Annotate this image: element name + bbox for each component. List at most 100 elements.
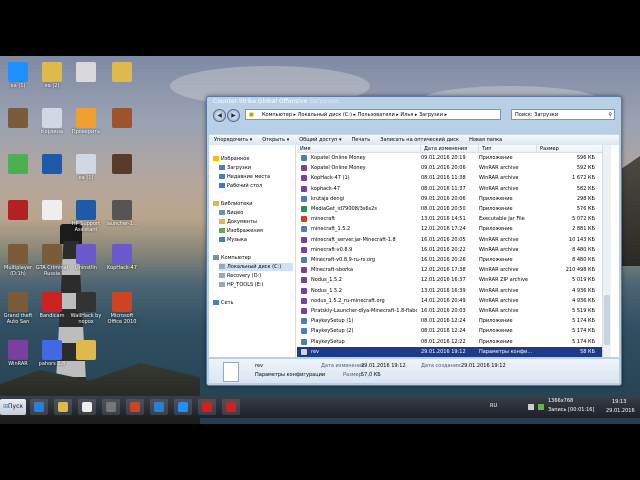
taskbar-app-button[interactable] bbox=[30, 399, 48, 415]
nav-item[interactable]: Документы bbox=[219, 218, 293, 226]
nav-item[interactable]: Библиотеки bbox=[213, 200, 293, 208]
desktop-icon[interactable]: Grand theft Auto San bbox=[0, 292, 36, 325]
window-title[interactable]: Counter-Strike Global Offensive Загрузки bbox=[207, 97, 621, 107]
desktop-icon[interactable] bbox=[68, 340, 104, 361]
back-button[interactable]: ◀ bbox=[213, 109, 226, 122]
table-row[interactable]: KopHack-47 (1) 08.01.2016 11:38 WinRAR arc… bbox=[297, 173, 607, 183]
toolbar-item[interactable]: Общий доступ ▾ bbox=[294, 135, 346, 145]
desktop-icon[interactable]: WallHack by nopox bbox=[68, 292, 104, 325]
table-row[interactable]: PlaykeySetup (1) 08.01.2016 12:24 Приложен… bbox=[297, 316, 607, 326]
desktop-icon[interactable]: Корзина bbox=[34, 108, 70, 135]
toolbar-item[interactable]: Открыть ▾ bbox=[257, 135, 294, 145]
column-header-size[interactable]: Размер bbox=[537, 145, 603, 153]
desktop-icon[interactable] bbox=[104, 108, 140, 129]
nav-item[interactable]: Изображения bbox=[219, 227, 293, 235]
desktop-icon[interactable]: ea (1) bbox=[68, 154, 104, 181]
toolbar-item[interactable]: Упорядочить ▾ bbox=[209, 135, 257, 145]
desktop-icon[interactable]: launcher-1... bbox=[104, 200, 140, 227]
desktop-icon[interactable]: Bandicam bbox=[34, 292, 70, 319]
nav-item[interactable]: Избранное bbox=[213, 155, 293, 163]
taskbar-app-button[interactable] bbox=[174, 399, 192, 415]
tray-icon[interactable] bbox=[528, 404, 534, 410]
table-row[interactable]: nodus_1.5.2_ru-minecraft.org 14.01.2016 2… bbox=[297, 296, 607, 306]
forward-button[interactable]: ▶ bbox=[227, 109, 240, 122]
table-row[interactable]: minecraft_server.jar-Minecraft-1.8 16.01.… bbox=[297, 235, 607, 245]
clock-date[interactable]: 29.01.2016 bbox=[606, 408, 635, 414]
scrollbar-thumb[interactable] bbox=[604, 295, 610, 345]
desktop-icon[interactable] bbox=[104, 154, 140, 175]
taskbar-app-button[interactable] bbox=[126, 399, 144, 415]
nav-item[interactable]: Recovery (D:) bbox=[219, 272, 293, 280]
table-row[interactable]: minecraft-v0.8.9 16.01.2016 20:22 WinRAR a… bbox=[297, 245, 607, 255]
desktop-icon-label: Проверить bbox=[71, 129, 101, 135]
desktop-icon[interactable]: GTA Criminal Russia bbox=[34, 244, 70, 277]
table-row[interactable]: Nodus_1.5.2 13.01.2016 16:39 WinRAR archiv… bbox=[297, 286, 607, 296]
desktop-icon[interactable] bbox=[0, 108, 36, 129]
taskbar-app-button[interactable] bbox=[222, 399, 240, 415]
table-row[interactable]: krutaja dengi 09.01.2016 20:06 Приложение 2… bbox=[297, 194, 607, 204]
column-header-type[interactable]: Тип bbox=[479, 145, 537, 153]
table-row[interactable]: PlaykeySetup 08.01.2016 12:22 Приложение 5 … bbox=[297, 337, 607, 347]
desktop-icon[interactable]: Multiplayer (D:1h) bbox=[0, 244, 36, 277]
nav-item[interactable]: Сеть bbox=[213, 299, 293, 307]
toolbar-item[interactable]: Новая папка bbox=[464, 135, 507, 145]
desktop-icon[interactable] bbox=[34, 200, 70, 221]
desktop-icon[interactable] bbox=[0, 154, 36, 175]
address-input[interactable]: ■ Компьютер ▸ Локальный диск (C:) ▸ Польз… bbox=[245, 109, 501, 120]
desktop-icon[interactable]: KopHack-47 bbox=[104, 244, 140, 271]
desktop-icon[interactable] bbox=[104, 62, 140, 83]
cell-type: WinRAR archive bbox=[479, 267, 519, 274]
nav-item[interactable]: Видео bbox=[219, 209, 293, 217]
table-row[interactable]: Kopatel Online Money 09.01.2016 20:06 WinR… bbox=[297, 163, 607, 173]
taskbar-app-button[interactable] bbox=[54, 399, 72, 415]
table-row[interactable]: rev 29.01.2016 19:12 Параметры конфи... 58 … bbox=[297, 346, 607, 357]
explorer-window[interactable]: Counter-Strike Global Offensive Загрузки… bbox=[206, 96, 622, 386]
table-row[interactable]: Minecraft-v0.8.9-ru-rs.org 16.01.2016 20:… bbox=[297, 255, 607, 265]
vertical-scrollbar[interactable] bbox=[602, 145, 611, 357]
language-indicator[interactable]: RU bbox=[490, 403, 497, 409]
desktop-icon[interactable] bbox=[0, 200, 36, 221]
taskbar-app-icon bbox=[34, 402, 44, 412]
desktop-icon[interactable]: ea (1) bbox=[0, 62, 36, 89]
column-header-date[interactable]: Дата изменения bbox=[421, 145, 479, 153]
table-row[interactable]: Piratskiy-Launcher-dlya-Minecraft-1.8-fl… bbox=[297, 306, 607, 316]
table-row[interactable]: MediaGet_id79008/3s6s2s 08.01.2016 20:50 П… bbox=[297, 204, 607, 214]
column-header-name[interactable]: Имя bbox=[297, 145, 421, 153]
clock-time[interactable]: 19:13 bbox=[612, 399, 626, 405]
toolbar-item[interactable]: Печать bbox=[347, 135, 376, 145]
nav-item[interactable]: Компьютер bbox=[213, 254, 293, 262]
desktop-icon[interactable] bbox=[34, 154, 70, 175]
table-row[interactable]: Kopatel Online Money 09.01.2016 20:19 Прил… bbox=[297, 153, 607, 163]
nav-item-icon bbox=[219, 228, 225, 233]
nav-item[interactable]: Локальный диск (C:) bbox=[219, 263, 293, 271]
table-row[interactable]: kophack-47 08.01.2016 11:37 WinRAR archive… bbox=[297, 184, 607, 194]
search-input[interactable]: Поиск: Загрузки ⚲ bbox=[511, 109, 615, 120]
desktop-icon[interactable]: Microsoft Office 2010 bbox=[104, 292, 140, 325]
taskbar-app-button[interactable] bbox=[102, 399, 120, 415]
taskbar-app-button[interactable] bbox=[78, 399, 96, 415]
table-row[interactable]: minecraft_1.5.2 12.01.2016 17:24 Приложени… bbox=[297, 224, 607, 234]
file-icon bbox=[301, 287, 307, 294]
table-row[interactable]: PlaykeySetup (2) 08.01.2016 12:24 Приложен… bbox=[297, 326, 607, 336]
nav-item[interactable]: Рабочий стол bbox=[219, 182, 293, 190]
nav-item[interactable]: HP_TOOLS (E:) bbox=[219, 281, 293, 289]
desktop-icon[interactable]: pahors 1.8 bbox=[34, 340, 70, 367]
nav-item[interactable]: Недавние места bbox=[219, 173, 293, 181]
nav-item[interactable]: Музыка bbox=[219, 236, 293, 244]
table-row[interactable]: Minecraft-sborka 12.01.2016 17:38 WinRAR a… bbox=[297, 265, 607, 275]
nav-item[interactable]: Загрузки bbox=[219, 164, 293, 172]
table-row[interactable]: minecraft 13.01.2016 14:51 Executable Jar … bbox=[297, 214, 607, 224]
toolbar-item[interactable]: Записать на оптический диск bbox=[375, 135, 464, 145]
desktop-icon[interactable]: Uninstlln bbox=[68, 244, 104, 271]
desktop-icon[interactable]: WinRAR bbox=[0, 340, 36, 367]
desktop-icon[interactable]: HP Support Assistant bbox=[68, 200, 104, 233]
taskbar-app-icon bbox=[226, 402, 236, 412]
taskbar-app-button[interactable] bbox=[198, 399, 216, 415]
desktop-icon[interactable] bbox=[68, 62, 104, 83]
taskbar-app-button[interactable] bbox=[150, 399, 168, 415]
network-icon[interactable] bbox=[538, 404, 544, 410]
table-row[interactable]: Nodus_1.5.2 12.01.2016 16:37 WinRAR ZIP ar… bbox=[297, 275, 607, 285]
desktop-icon[interactable]: ea (2) bbox=[34, 62, 70, 89]
desktop-icon[interactable]: Проверить bbox=[68, 108, 104, 135]
start-button[interactable]: ⊞Пуск bbox=[0, 399, 26, 415]
